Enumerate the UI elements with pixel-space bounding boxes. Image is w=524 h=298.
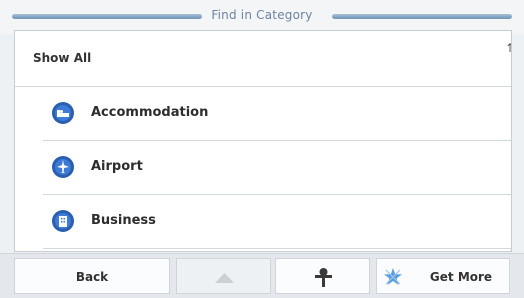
business-icon xyxy=(51,209,75,233)
bed-icon xyxy=(51,101,75,125)
get-more-label: Get More xyxy=(429,270,493,284)
category-label: Airport xyxy=(91,159,143,174)
pin-button[interactable] xyxy=(275,258,370,294)
airplane-icon xyxy=(51,155,75,179)
show-all-label: Show All xyxy=(33,51,92,65)
title-bar: Find in Category xyxy=(0,0,524,34)
bottom-toolbar: Back Get More xyxy=(0,253,524,298)
back-button[interactable]: Back xyxy=(14,258,170,294)
pin-icon xyxy=(315,268,332,287)
category-label: Accommodation xyxy=(91,105,209,120)
get-more-button[interactable]: Get More xyxy=(376,258,510,294)
category-label: Business xyxy=(91,213,156,228)
back-label: Back xyxy=(75,270,109,284)
category-item-business[interactable]: Business xyxy=(43,195,511,249)
category-item-airport[interactable]: Airport xyxy=(43,141,511,195)
scroll-up-icon[interactable]: ↑ xyxy=(505,41,511,55)
category-list: Show All ↑ Accommodation Airport xyxy=(14,30,512,252)
up-arrow-icon xyxy=(215,273,234,283)
window-title: Find in Category xyxy=(211,8,313,22)
scroll-up-button[interactable] xyxy=(176,258,271,294)
category-item-accommodation[interactable]: Accommodation xyxy=(43,87,511,141)
show-all-item[interactable]: Show All ↑ xyxy=(15,31,511,87)
